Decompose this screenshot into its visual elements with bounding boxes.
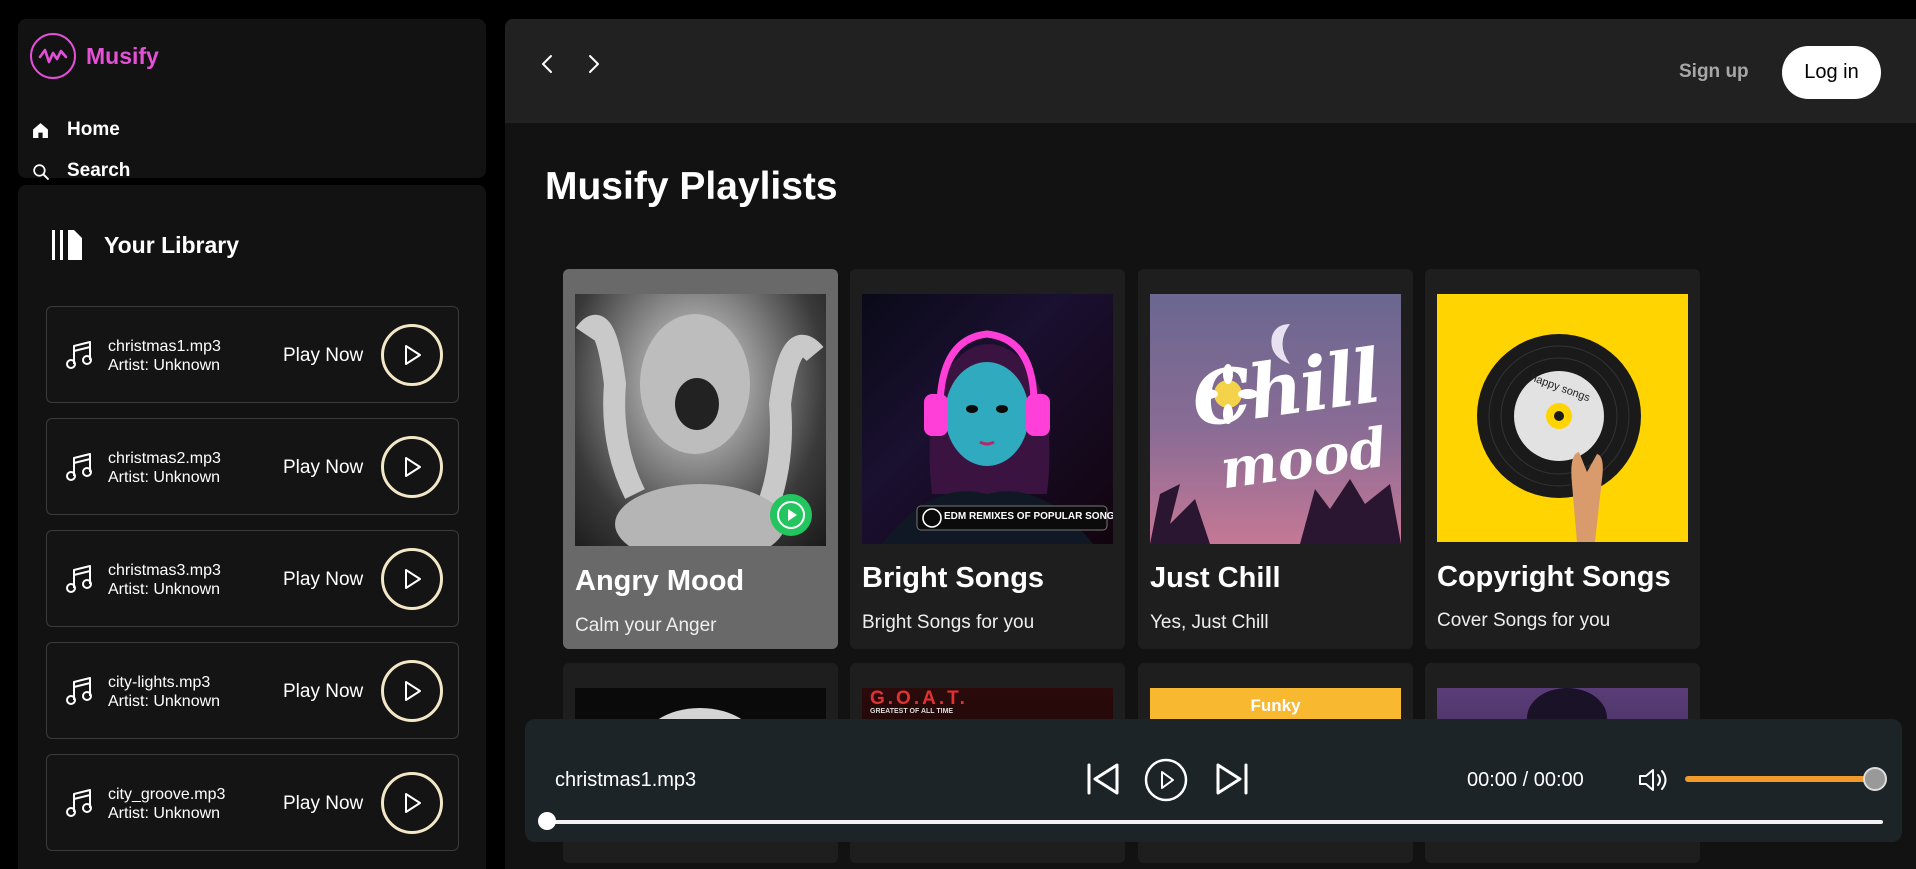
- nav-search[interactable]: Search: [32, 160, 130, 182]
- library-header[interactable]: Your Library: [50, 228, 239, 262]
- library-track[interactable]: christmas3.mp3 Artist: Unknown Play Now: [46, 530, 459, 627]
- nav-home-label: Home: [67, 119, 120, 140]
- track-name: city_groove.mp3: [108, 786, 226, 803]
- music-note-icon: [66, 565, 92, 593]
- home-icon: [33, 122, 48, 138]
- play-now-link[interactable]: Play Now: [283, 569, 363, 591]
- playlist-art: Chill mood: [1150, 294, 1401, 544]
- search-icon: [33, 163, 49, 180]
- track-play-button[interactable]: [381, 324, 443, 386]
- art-caption: G.O.A.T.: [870, 688, 968, 709]
- playlist-subtitle: Calm your Anger: [575, 615, 717, 636]
- music-note-icon: [66, 453, 92, 481]
- sidebar-nav: Musify Home Search: [18, 19, 486, 181]
- brand[interactable]: Musify: [30, 33, 159, 79]
- play-now-link[interactable]: Play Now: [283, 793, 363, 815]
- play-now-link[interactable]: Play Now: [283, 681, 363, 703]
- playlist-subtitle: Yes, Just Chill: [1150, 612, 1269, 633]
- playlist-card-just-chill[interactable]: Chill mood Just Chill Yes, Just Chill: [1138, 269, 1413, 649]
- volume-slider-track[interactable]: [1685, 776, 1875, 782]
- library-icon: [52, 230, 82, 260]
- playlist-art: happy songs: [1437, 294, 1688, 542]
- library-track[interactable]: city_groove.mp3 Artist: Unknown Play Now: [46, 754, 459, 851]
- library-panel: Your Library christmas1.mp3 Artist: Unkn…: [18, 185, 486, 869]
- library-track[interactable]: city-lights.mp3 Artist: Unknown Play Now: [46, 642, 459, 739]
- play-icon: [405, 681, 421, 701]
- seek-bar[interactable]: [545, 820, 1883, 824]
- playlist-subtitle: Bright Songs for you: [862, 612, 1035, 633]
- playlist-subtitle: Cover Songs for you: [1437, 610, 1611, 631]
- app-root: Musify Home Search Your Library christma…: [0, 0, 1916, 869]
- playlist-title: Just Chill: [1150, 562, 1281, 594]
- track-artist: Artist: Unknown: [108, 693, 221, 710]
- music-note-icon: [66, 341, 92, 369]
- next-track-icon[interactable]: [1212, 759, 1252, 804]
- track-name: city-lights.mp3: [108, 674, 211, 691]
- track-artist: Artist: Unknown: [108, 469, 221, 486]
- playlist-title: Angry Mood: [575, 565, 745, 597]
- play-now-link[interactable]: Play Now: [283, 457, 363, 479]
- library-track[interactable]: christmas1.mp3 Artist: Unknown Play Now: [46, 306, 459, 403]
- back-arrow-icon[interactable]: [532, 49, 562, 79]
- play-icon: [405, 793, 421, 813]
- track-name: christmas2.mp3: [108, 450, 221, 467]
- volume-icon[interactable]: [1637, 766, 1669, 799]
- play-icon: [405, 569, 421, 589]
- volume-slider-thumb[interactable]: [1863, 767, 1887, 791]
- playlist-title: Bright Songs: [862, 562, 1045, 594]
- track-artist: Artist: Unknown: [108, 357, 221, 374]
- track-artist: Artist: Unknown: [108, 581, 221, 598]
- play-icon: [405, 345, 421, 365]
- brand-name: Musify: [86, 42, 159, 69]
- page-title: Musify Playlists: [545, 165, 838, 208]
- playlist-card-angry-mood[interactable]: Angry Mood Calm your Anger: [563, 269, 838, 649]
- library-title: Your Library: [104, 231, 240, 258]
- art-caption-sub: GREATEST OF ALL TIME: [870, 708, 954, 715]
- play-pause-button[interactable]: [1143, 757, 1189, 808]
- playlist-art: EDM REMIXES OF POPULAR SONGS VOL. #3: [862, 294, 1113, 544]
- forward-arrow-icon[interactable]: [579, 49, 609, 79]
- playlist-card-copyright-songs[interactable]: happy songs Copyright Songs Cover Songs …: [1425, 269, 1700, 649]
- nav-search-label: Search: [67, 160, 131, 181]
- nav-home[interactable]: Home: [32, 119, 120, 141]
- art-caption: EDM REMIXES OF POPULAR SONGS VOL. #3: [944, 511, 1113, 522]
- art-caption: Funky: [1250, 696, 1301, 715]
- track-play-button[interactable]: [381, 436, 443, 498]
- player-bar: christmas1.mp3 00:00 / 00:00: [525, 719, 1902, 842]
- green-play-button[interactable]: [770, 494, 812, 536]
- track-artist: Artist: Unknown: [108, 805, 221, 822]
- play-now-link[interactable]: Play Now: [283, 345, 363, 367]
- track-play-button[interactable]: [381, 660, 443, 722]
- play-icon: [405, 457, 421, 477]
- previous-track-icon[interactable]: [1083, 759, 1123, 804]
- track-name: christmas1.mp3: [108, 338, 221, 355]
- track-play-button[interactable]: [381, 548, 443, 610]
- playlist-art: [575, 294, 826, 546]
- now-playing-track: christmas1.mp3: [555, 769, 697, 791]
- music-note-icon: [66, 789, 92, 817]
- track-play-button[interactable]: [381, 772, 443, 834]
- playlist-card-bright-songs[interactable]: EDM REMIXES OF POPULAR SONGS VOL. #3 Bri…: [850, 269, 1125, 649]
- music-note-icon: [66, 677, 92, 705]
- top-bar: Sign up Log in: [505, 19, 1916, 123]
- waveform-logo-icon: [30, 33, 76, 79]
- track-name: christmas3.mp3: [108, 562, 221, 579]
- signup-button[interactable]: Sign up: [1679, 61, 1749, 83]
- library-track[interactable]: christmas2.mp3 Artist: Unknown Play Now: [46, 418, 459, 515]
- playlist-title: Copyright Songs: [1437, 561, 1671, 593]
- login-button[interactable]: Log in: [1782, 46, 1881, 99]
- time-readout: 00:00 / 00:00: [1467, 769, 1584, 791]
- seek-thumb[interactable]: [538, 812, 556, 830]
